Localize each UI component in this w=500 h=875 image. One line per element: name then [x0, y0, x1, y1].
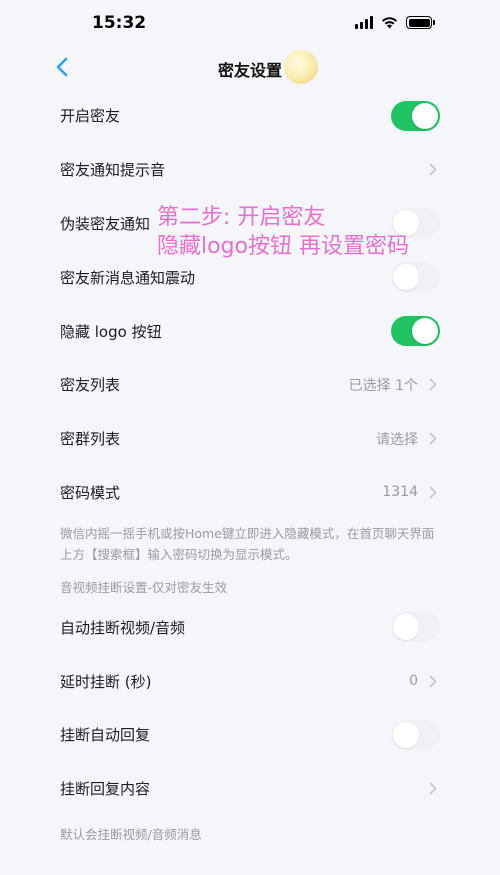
settings-row-label: 密群列表	[60, 430, 121, 449]
toggle-knob	[412, 102, 438, 129]
toggle-knob	[393, 264, 419, 291]
battery-icon	[406, 16, 435, 29]
settings-row-label: 隐藏 logo 按钮	[60, 322, 162, 341]
toggle-knob	[393, 614, 419, 641]
settings-list: 开启密友 密友通知提示音 伪装密友通知 密友新消息通知震动 隐藏 logo 按钮 密友列表…	[0, 89, 500, 845]
settings-row-label: 开启密友	[60, 107, 121, 126]
settings-row[interactable]: 挂断自动回复	[0, 708, 500, 762]
settings-row-label: 伪装密友通知	[60, 214, 151, 233]
chevron-right-icon	[428, 432, 438, 446]
settings-row[interactable]: 隐藏 logo 按钮	[0, 304, 500, 358]
settings-group-main: 开启密友 密友通知提示音 伪装密友通知 密友新消息通知震动 隐藏 logo 按钮 密友列表…	[0, 89, 500, 519]
settings-row-label: 密码模式	[60, 483, 121, 502]
toggle-switch[interactable]	[391, 719, 440, 750]
settings-row-label: 挂断自动回复	[60, 726, 151, 745]
settings-row-value: 0	[409, 673, 418, 690]
page-title: 密友设置	[217, 61, 282, 80]
hangup-note: 默认会挂断视频/音频消息	[60, 826, 202, 842]
toggle-switch[interactable]	[391, 208, 440, 239]
toggle-knob	[393, 721, 419, 748]
status-time: 15:32	[92, 13, 147, 33]
chevron-right-icon	[428, 378, 438, 392]
status-bar: 15:32	[0, 0, 500, 48]
password-mode-note: 微信内摇一摇手机或按Home键立即进入隐藏模式，在首页聊天界面上方【搜索框】输入…	[60, 526, 435, 563]
toggle-switch[interactable]	[391, 316, 440, 347]
nav-bar: 密友设置	[0, 44, 500, 90]
settings-row[interactable]: 密友列表 已选择 1个	[0, 358, 500, 412]
settings-row-label: 密友通知提示音	[60, 161, 166, 180]
settings-group-av: 自动挂断视频/音频 延时挂断 (秒) 0 挂断自动回复 挂断回复内容	[0, 600, 500, 815]
settings-row-label: 挂断回复内容	[60, 780, 151, 799]
cellular-signal-icon	[355, 16, 373, 29]
settings-row-label: 延时挂断 (秒)	[60, 672, 152, 691]
settings-row-label: 自动挂断视频/音频	[60, 618, 186, 637]
chevron-right-icon	[428, 674, 438, 688]
settings-row[interactable]: 伪装密友通知	[0, 197, 500, 251]
status-icons	[355, 16, 435, 29]
settings-row-label: 密友列表	[60, 376, 121, 395]
chevron-right-icon	[428, 163, 438, 177]
settings-row-value: 已选择 1个	[348, 377, 418, 394]
toggle-switch[interactable]	[391, 100, 440, 131]
chevron-right-icon	[428, 782, 438, 796]
av-section-header: 音视频挂断设置-仅对密友生效	[60, 580, 228, 596]
toggle-switch[interactable]	[391, 612, 440, 643]
chevron-right-icon	[428, 485, 438, 499]
settings-row[interactable]: 密友通知提示音	[0, 143, 500, 197]
toggle-knob	[393, 210, 419, 237]
wifi-icon	[382, 17, 397, 29]
moon-icon	[284, 50, 318, 84]
settings-row[interactable]: 密码模式 1314	[0, 466, 500, 520]
settings-row[interactable]: 密群列表 请选择	[0, 412, 500, 466]
toggle-knob	[412, 318, 438, 345]
toggle-switch[interactable]	[391, 262, 440, 293]
settings-row[interactable]: 自动挂断视频/音频	[0, 600, 500, 654]
settings-row[interactable]: 延时挂断 (秒) 0	[0, 654, 500, 708]
settings-row-label: 密友新消息通知震动	[60, 268, 196, 287]
settings-row[interactable]: 密友新消息通知震动	[0, 250, 500, 304]
settings-row[interactable]: 开启密友	[0, 89, 500, 143]
settings-row-value: 请选择	[376, 431, 418, 448]
settings-row-value: 1314	[382, 484, 418, 501]
settings-row[interactable]: 挂断回复内容	[0, 762, 500, 816]
